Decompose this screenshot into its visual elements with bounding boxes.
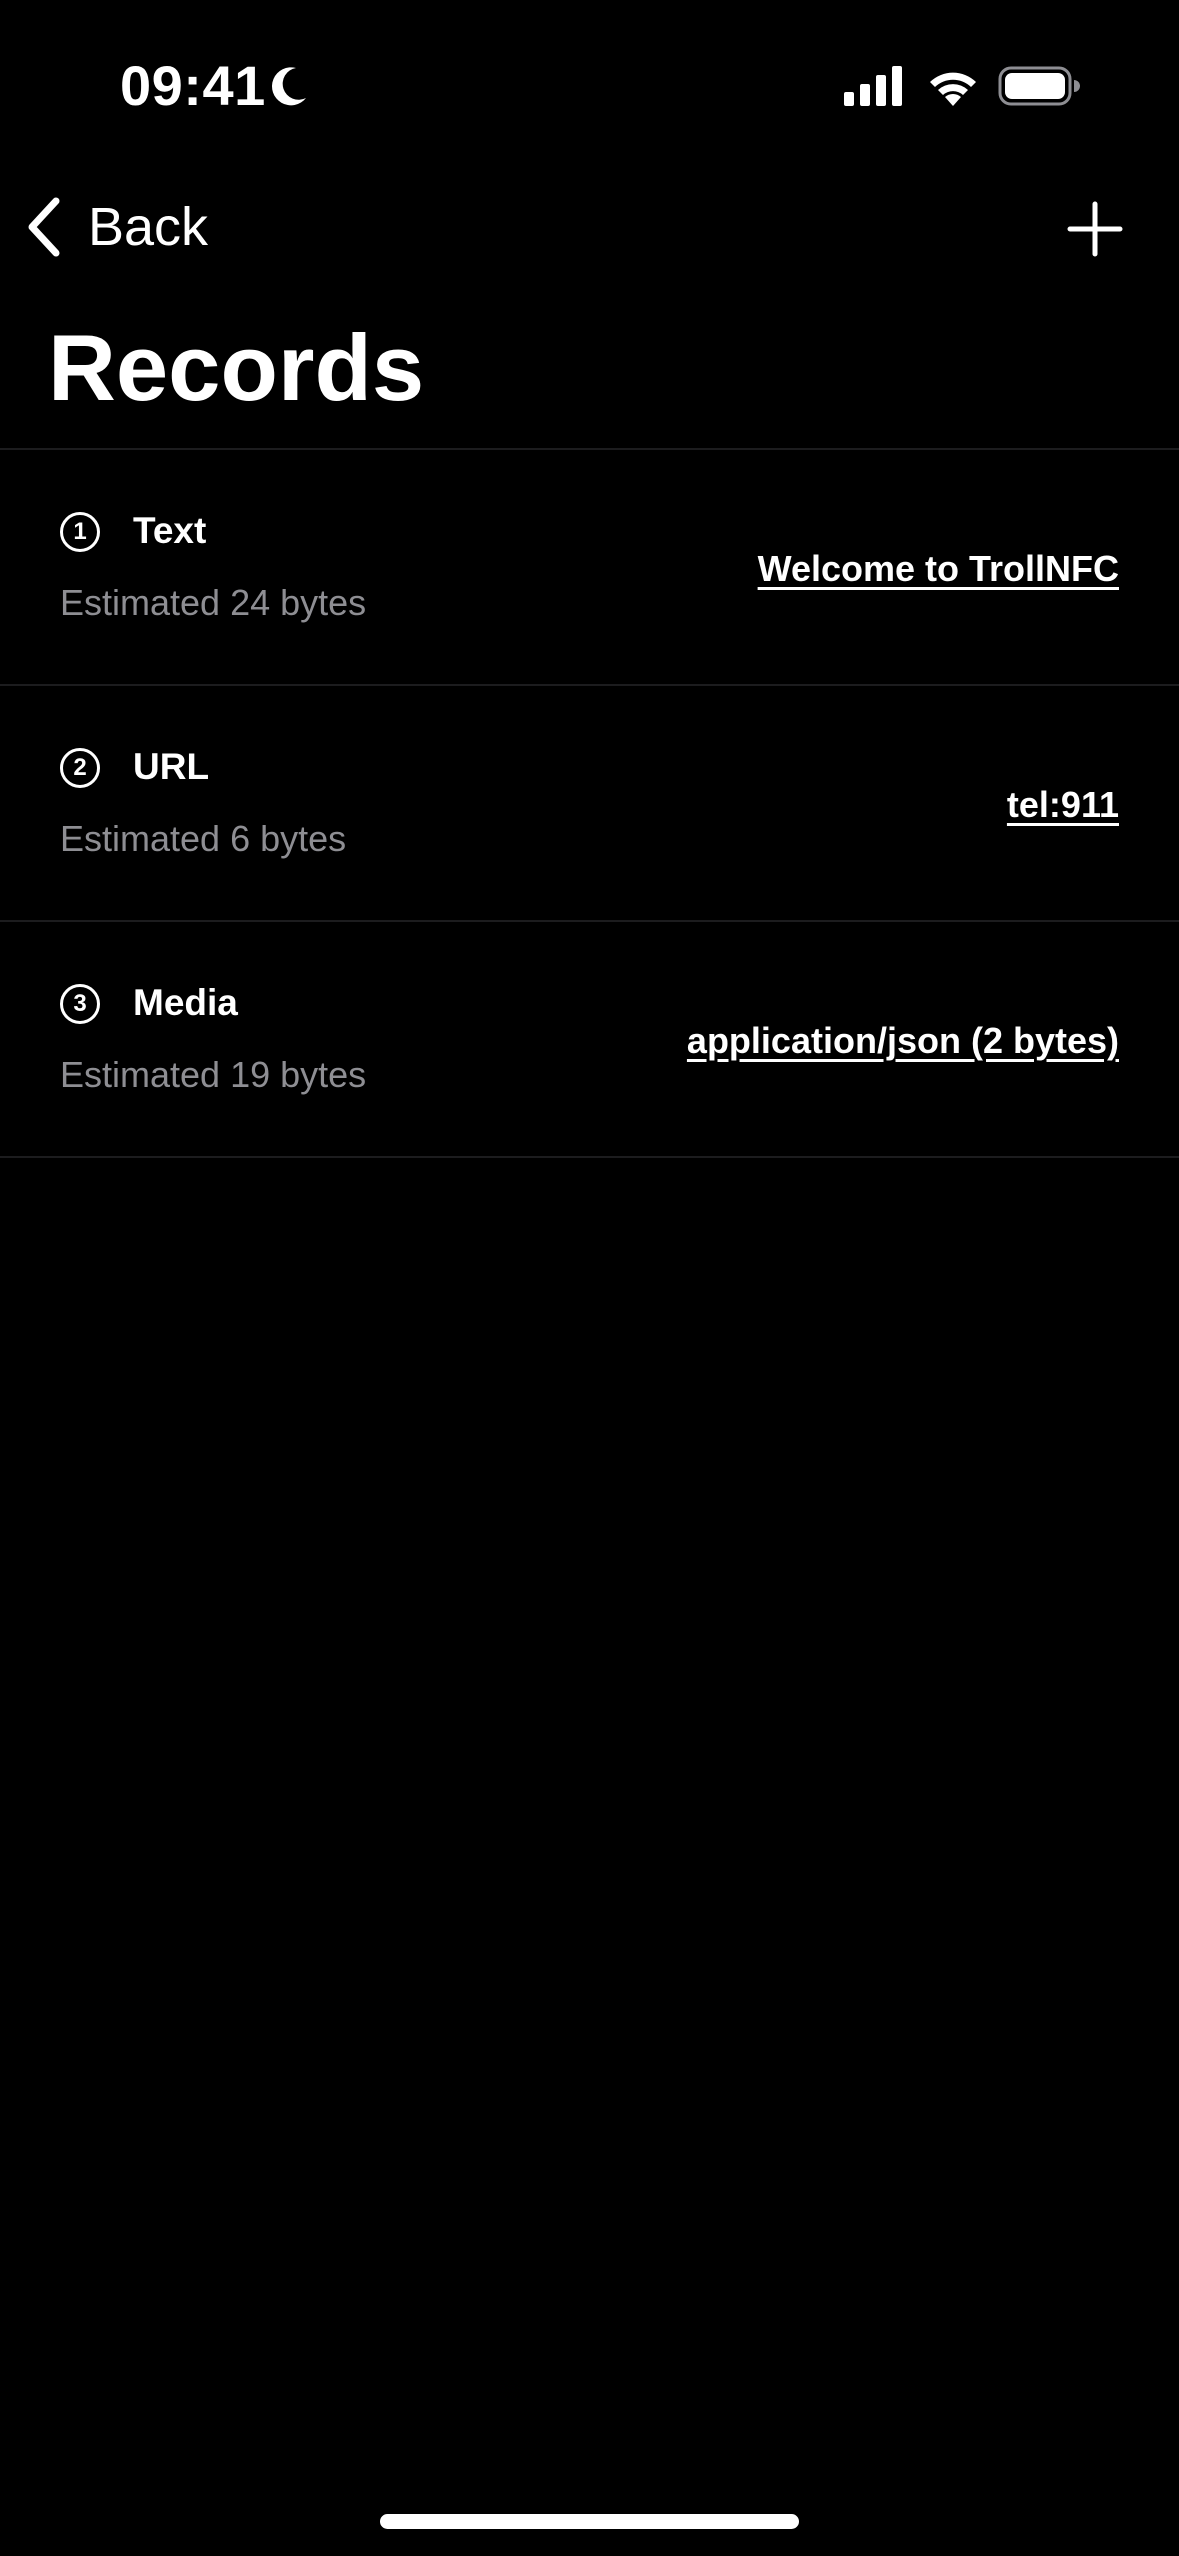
circled-number-icon: 2 <box>60 748 100 788</box>
page-title: Records <box>48 315 425 420</box>
status-bar: 09:41 <box>0 0 1179 170</box>
home-indicator[interactable] <box>380 2514 799 2529</box>
chevron-left-icon <box>28 197 60 257</box>
record-row[interactable]: 2 URL Estimated 6 bytes tel:911 <box>0 686 1179 920</box>
back-button[interactable]: Back <box>22 190 208 264</box>
record-type: Text <box>133 510 207 551</box>
plus-icon[interactable] <box>1064 198 1126 260</box>
divider <box>0 1156 1179 1158</box>
cellular-signal-icon <box>844 66 902 106</box>
record-size: Estimated 6 bytes <box>60 818 347 859</box>
moon-icon <box>272 67 306 106</box>
record-type: URL <box>133 746 210 787</box>
circled-number-icon: 1 <box>60 512 100 552</box>
record-list: 1 Text Estimated 24 bytes Welcome to Tro… <box>0 448 1179 1158</box>
status-time: 09:41 <box>120 54 266 117</box>
circled-number-icon: 3 <box>60 984 100 1024</box>
record-value-link[interactable]: tel:911 <box>1007 782 1119 828</box>
record-size: Estimated 19 bytes <box>60 1054 367 1095</box>
record-value-link[interactable]: application/json (2 bytes) <box>687 1018 1119 1064</box>
back-label: Back <box>88 197 209 257</box>
record-size: Estimated 24 bytes <box>60 582 367 623</box>
wifi-icon <box>930 72 976 106</box>
record-row[interactable]: 1 Text Estimated 24 bytes Welcome to Tro… <box>0 450 1179 684</box>
battery-icon <box>998 66 1080 106</box>
record-type: Media <box>133 982 238 1023</box>
record-row[interactable]: 3 Media Estimated 19 bytes application/j… <box>0 922 1179 1156</box>
record-value-link[interactable]: Welcome to TrollNFC <box>758 546 1119 592</box>
